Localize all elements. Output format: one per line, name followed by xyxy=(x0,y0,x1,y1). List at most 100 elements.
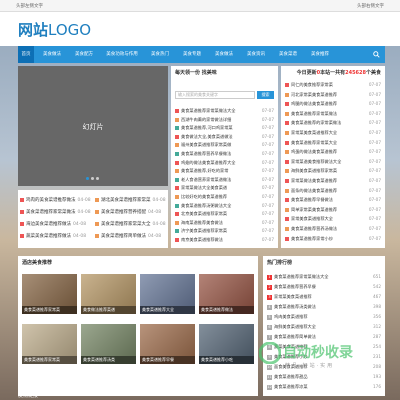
list-item[interactable]: 美食菜谱推荐家常菜大全 04-08 xyxy=(95,220,167,229)
list-item[interactable]: 家常菜做法美食菜谱推荐 07-07 xyxy=(285,176,381,185)
hot-item[interactable]: 4 美食菜谱推荐汤类做法 398 xyxy=(267,302,381,312)
bullet-icon xyxy=(175,152,179,156)
bullet-icon xyxy=(175,169,179,174)
nav-item[interactable]: 美食配方 xyxy=(70,46,98,63)
hot-item[interactable]: 3 家常菜美食菜谱推荐 467 xyxy=(267,292,381,302)
nav-item[interactable]: 美食做法 xyxy=(38,46,66,63)
list-item-date: 07-07 xyxy=(368,187,381,193)
nav-item-home[interactable]: 首页 xyxy=(18,46,34,63)
list-item-date: 04-08 xyxy=(73,222,87,227)
slideshow[interactable]: 幻灯片 xyxy=(18,66,168,186)
list-item-date: 07-07 xyxy=(261,237,274,242)
hot-item[interactable]: 2 美食菜谱推荐营养早餐 542 xyxy=(267,282,381,292)
recommend-card[interactable]: 美食菜谱推荐大全 xyxy=(140,274,195,314)
list-item[interactable]: 美食菜谱推荐家常菜大全 07-07 xyxy=(285,138,381,147)
nav-item[interactable]: 美食做法 xyxy=(210,46,238,63)
recommend-card[interactable]: 美食菜谱推荐家常菜 xyxy=(22,324,77,364)
list-item[interactable]: 湖北美食菜谱推荐家常菜 04-08 xyxy=(95,196,167,205)
list-item-date: 04-08 xyxy=(152,222,166,227)
recommend-image xyxy=(22,324,77,356)
list-item[interactable]: 美食菜谱推荐营养汤做法 07-07 xyxy=(285,224,381,233)
list-item-title: 美食菜谱推荐家常菜做法 xyxy=(291,110,338,116)
slide-dot[interactable] xyxy=(91,177,94,180)
nav-item[interactable]: 美食资讯 xyxy=(242,46,270,63)
hot-item[interactable]: 1 美食菜谱推荐家常菜做法大全 651 xyxy=(267,272,381,282)
search-button[interactable]: 搜索 xyxy=(257,91,274,99)
bullet-icon xyxy=(285,131,289,135)
list-item[interactable]: 鸡蛋的做法美食菜谱推荐 07-07 xyxy=(285,147,381,156)
recommend-card[interactable]: 美食做法推荐菜谱 xyxy=(81,274,136,314)
site-logo[interactable]: 网站LOGO xyxy=(18,19,91,40)
list-item[interactable]: 蔬菜美食菜谱推荐做法 04-08 xyxy=(20,232,92,241)
list-item[interactable]: 家常菜谱美食推荐做法大全 07-07 xyxy=(285,157,381,166)
list-item-title: 简单家常菜美食菜谱推荐 xyxy=(291,206,338,212)
hot-item-count: 176 xyxy=(373,384,381,389)
list-item[interactable]: 美食菜谱推荐早餐做法 07-07 xyxy=(285,195,381,204)
list-item[interactable]: 南京美食菜谱推荐做法 07-07 xyxy=(175,235,274,244)
recommend-card[interactable]: 美食菜谱推荐小吃 xyxy=(199,324,254,364)
slide-dot[interactable] xyxy=(86,177,89,180)
hot-item-title: 海鲜美食菜谱推荐大全 xyxy=(274,324,316,329)
stats-label-c: 个美食 xyxy=(365,70,381,76)
recommend-card[interactable]: 美食菜谱推荐家常菜 xyxy=(22,274,77,314)
hot-item-title: 美食菜谱推荐汤类做法 xyxy=(274,304,316,309)
nav-item[interactable]: 美食推荐 xyxy=(306,46,334,63)
recommend-caption: 美食菜谱推荐小吃 xyxy=(199,356,254,364)
list-item-title: 美食菜谱推荐家常菜做法 xyxy=(26,210,76,215)
bullet-icon xyxy=(285,169,289,174)
list-item-title: 面条的做法美食菜谱推荐 xyxy=(291,187,338,193)
bullet-icon xyxy=(175,109,179,113)
list-item[interactable]: 美食菜谱推荐家常小炒 07-07 xyxy=(285,234,381,243)
list-item-date: 04-08 xyxy=(73,234,87,239)
recommend-card[interactable]: 美食菜谱推荐早餐 xyxy=(140,324,195,364)
list-item[interactable]: 鸡腿的做法美食菜谱推荐 07-07 xyxy=(285,99,381,108)
recommend-title: 酒店美食推荐 xyxy=(22,260,53,266)
watermark: 自动秒收录 精品·好站·实用 xyxy=(255,338,385,378)
list-item-title: 同仁的美食推荐家常菜 xyxy=(291,82,333,87)
watermark-title: 自动秒收录 xyxy=(283,345,353,361)
list-item-title: 美食菜谱推荐营养早餐做法 xyxy=(181,151,232,156)
nav-item[interactable]: 美食菜谱 xyxy=(274,46,302,63)
list-item[interactable]: 鸡肉的美食菜谱推荐做法 04-08 xyxy=(20,196,92,205)
list-item-date: 07-07 xyxy=(368,110,381,116)
list-item[interactable]: 面条的做法美食菜谱推荐 07-07 xyxy=(285,186,381,195)
list-item-date: 04-08 xyxy=(152,198,166,203)
friend-links-title: 友情链接 xyxy=(18,393,39,399)
nav-item[interactable]: 美食专题 xyxy=(178,46,206,63)
list-item[interactable]: 美食菜谱推荐家常菜做法 07-07 xyxy=(285,109,381,118)
right-news-panel: 今日更新0本站一共有245628个美食 同仁的美食推荐家常菜 07-07 河北家常菜… xyxy=(281,66,385,248)
search-input[interactable]: 输入搜索的美食关键字 xyxy=(175,91,255,99)
list-item[interactable]: 美食菜谱推荐家常菜做法 04-08 xyxy=(20,208,92,217)
list-item[interactable]: 简单家常菜美食菜谱推荐 07-07 xyxy=(285,205,381,214)
list-item[interactable]: 海边美食菜谱推荐做法 04-08 xyxy=(20,220,92,229)
slideshow-label: 幻灯片 xyxy=(82,123,104,131)
logo-light: LOGO xyxy=(48,21,92,39)
list-item[interactable]: 同仁的美食推荐家常菜 07-07 xyxy=(285,80,381,89)
hot-item-title: 美食菜谱推荐凉菜 xyxy=(274,384,308,389)
nav-item[interactable]: 美食热门 xyxy=(146,46,174,63)
list-item-title: 美食菜谱推荐家常菜大全 xyxy=(101,222,151,227)
stats-total-count: 245628 xyxy=(345,70,366,76)
search-icon[interactable] xyxy=(373,51,380,58)
nav-item[interactable]: 美食功效与作用 xyxy=(102,46,142,63)
list-item-title: 家常菜做法大全美食菜谱 xyxy=(181,185,228,191)
recommend-card[interactable]: 美食菜谱推荐做法 xyxy=(199,274,254,314)
list-item[interactable]: 家常美食菜谱推荐大全 07-07 xyxy=(285,214,381,223)
list-item-date: 07-07 xyxy=(368,178,381,183)
recommend-card[interactable]: 美食菜谱推荐汤类 xyxy=(81,324,136,364)
list-item[interactable]: 美食菜谱推荐的家常菜做法 07-07 xyxy=(285,118,381,127)
bullet-icon xyxy=(175,126,179,131)
list-item[interactable]: 海鲜美食菜谱推荐家常菜 07-07 xyxy=(285,166,381,175)
list-item[interactable]: 美食菜谱推荐营养搭配 04-08 xyxy=(95,208,167,217)
bullet-icon xyxy=(285,227,289,231)
list-item[interactable]: 河北家常菜美食菜谱推荐 07-07 xyxy=(285,90,381,99)
hot-item[interactable]: 5 鸡肉美食菜谱推荐 356 xyxy=(267,312,381,322)
list-item-date: 07-07 xyxy=(368,206,381,212)
hot-item[interactable]: 12 美食菜谱推荐凉菜 176 xyxy=(267,382,381,392)
list-item-title: 美食菜谱推荐汤粥做法大全 xyxy=(181,202,232,208)
list-item[interactable]: 家常菜美食菜谱推荐大全 07-07 xyxy=(285,128,381,137)
list-item[interactable]: 美食菜谱推荐简单做法 04-08 xyxy=(95,232,167,241)
slide-dot[interactable] xyxy=(96,177,99,180)
bullet-icon xyxy=(285,207,289,212)
hot-item[interactable]: 6 海鲜美食菜谱推荐大全 312 xyxy=(267,322,381,332)
